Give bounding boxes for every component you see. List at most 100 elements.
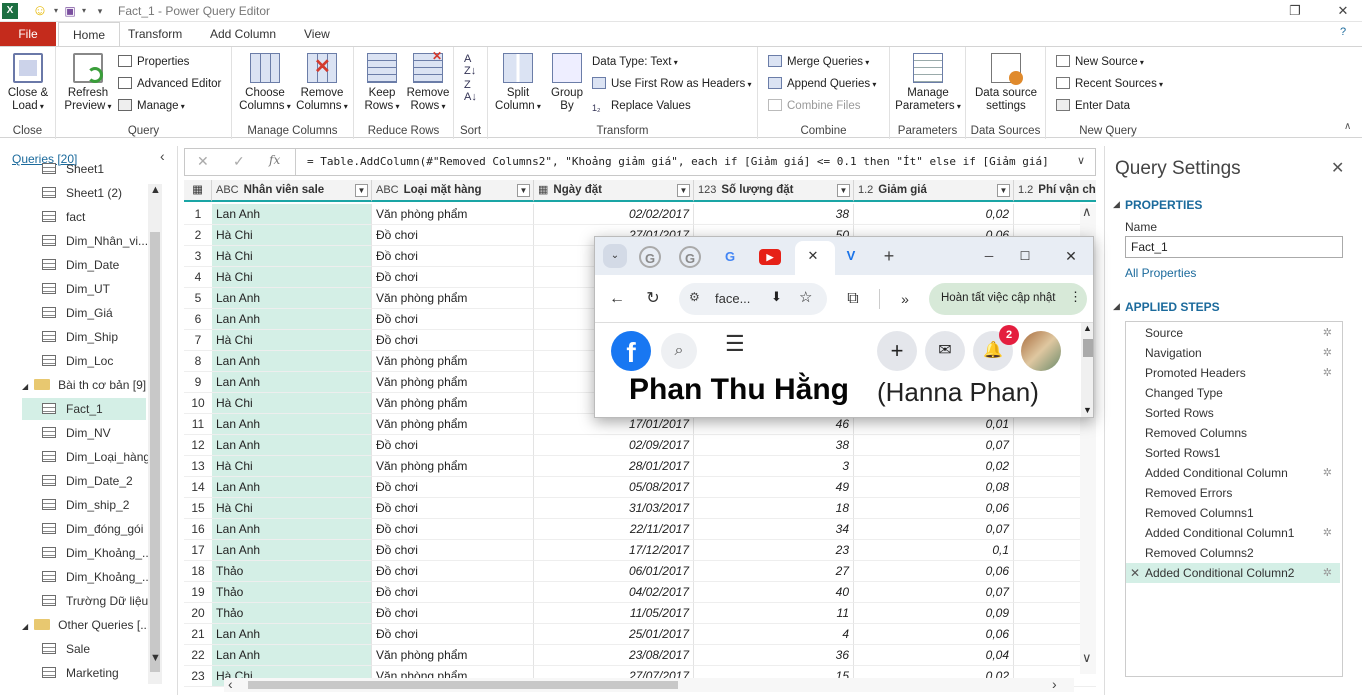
table-cell[interactable]: Đồ chơi bbox=[372, 267, 534, 288]
table-cell[interactable]: 34 bbox=[694, 519, 854, 540]
queries-scrollbar[interactable]: ▲ ▼ bbox=[148, 184, 162, 684]
column-header[interactable]: 123 Số lượng đặt ▼ bbox=[694, 180, 854, 202]
use-first-row-button[interactable]: Use First Row as Headers ▾ bbox=[592, 75, 751, 93]
close-chrome-icon[interactable]: ✕ bbox=[1059, 244, 1083, 268]
table-cell[interactable]: Lan Anh bbox=[212, 624, 372, 645]
column-filter-icon[interactable]: ▼ bbox=[517, 184, 530, 197]
bookmark-star-icon[interactable]: ☆ bbox=[799, 288, 812, 306]
menu-dots-icon[interactable]: ⋮ bbox=[1069, 289, 1082, 305]
maximize-chrome-icon[interactable]: ☐ bbox=[1013, 244, 1037, 268]
scroll-up-icon[interactable]: ▲ bbox=[150, 184, 161, 196]
extensions-icon[interactable]: ⧉ bbox=[841, 287, 865, 311]
applied-step[interactable]: Added Conditional Column ✲ bbox=[1126, 463, 1340, 483]
gear-icon[interactable]: ✲ bbox=[1323, 323, 1332, 343]
column-type-icon[interactable]: 1.2 bbox=[1018, 184, 1033, 196]
query-item[interactable]: Trường Dữ liệu bbox=[42, 590, 148, 612]
table-cell[interactable]: Thảo bbox=[212, 582, 372, 603]
fb-avatar[interactable] bbox=[1021, 331, 1061, 371]
collapse-steps-icon[interactable]: ◢ bbox=[1113, 301, 1120, 312]
applied-step[interactable]: Source ✲ bbox=[1126, 323, 1340, 343]
query-name-input[interactable]: Fact_1 bbox=[1125, 236, 1343, 258]
table-cell[interactable]: 0,06 bbox=[854, 561, 1014, 582]
applied-step[interactable]: Added Conditional Column1 ✲ bbox=[1126, 523, 1340, 543]
table-cell[interactable]: 23 bbox=[694, 540, 854, 561]
scroll-right-icon[interactable]: › bbox=[1052, 676, 1057, 692]
table-cell[interactable]: 02/02/2017 bbox=[534, 204, 694, 225]
query-folder[interactable]: ◢ Other Queries [... bbox=[22, 614, 150, 636]
row-number[interactable]: 3 bbox=[184, 246, 212, 267]
h-scroll-thumb[interactable] bbox=[248, 681, 678, 689]
grid-corner-menu[interactable]: ▦ bbox=[184, 180, 212, 202]
query-item[interactable]: Fact_1 bbox=[22, 398, 146, 420]
remove-columns-button[interactable]: ✕ Remove Columns ▾ bbox=[294, 53, 350, 113]
table-cell[interactable]: Lan Anh bbox=[212, 204, 372, 225]
chrome-scrollbar[interactable]: ▲ ▼ bbox=[1081, 323, 1093, 417]
row-number[interactable]: 14 bbox=[184, 477, 212, 498]
query-item[interactable]: Sheet1 bbox=[42, 158, 104, 180]
query-folder[interactable]: ◢ Bài th cơ bản [9] bbox=[22, 374, 146, 396]
row-number[interactable]: 23 bbox=[184, 666, 212, 687]
query-item[interactable]: Dim_Loại_hàng bbox=[42, 446, 150, 468]
table-cell[interactable]: Đồ chơi bbox=[372, 477, 534, 498]
collapse-ribbon-icon[interactable]: ∧ bbox=[1344, 121, 1351, 132]
tab-search-icon[interactable]: ⌄ bbox=[603, 244, 627, 268]
table-cell[interactable]: Văn phòng phẩm bbox=[372, 393, 534, 414]
close-tab-icon[interactable]: ✕ bbox=[801, 244, 825, 268]
table-cell[interactable]: Văn phòng phẩm bbox=[372, 351, 534, 372]
table-cell[interactable]: Đồ chơi bbox=[372, 309, 534, 330]
table-cell[interactable]: 11/05/2017 bbox=[534, 603, 694, 624]
row-number[interactable]: 16 bbox=[184, 519, 212, 540]
data-source-settings-button[interactable]: Data source settings bbox=[972, 53, 1040, 113]
row-number[interactable]: 21 bbox=[184, 624, 212, 645]
table-cell[interactable]: Lan Anh bbox=[212, 414, 372, 435]
table-cell[interactable]: Lan Anh bbox=[212, 477, 372, 498]
table-cell[interactable]: 02/09/2017 bbox=[534, 435, 694, 456]
table-cell[interactable]: 0,02 bbox=[854, 204, 1014, 225]
query-item[interactable]: Dim_UT bbox=[42, 278, 110, 300]
scroll-up-icon[interactable]: ▲ bbox=[1083, 323, 1092, 333]
row-number[interactable]: 12 bbox=[184, 435, 212, 456]
fb-menu-icon[interactable]: ☰ bbox=[725, 331, 745, 357]
query-item[interactable]: Dim_Date_2 bbox=[42, 470, 133, 492]
table-cell[interactable]: 27 bbox=[694, 561, 854, 582]
help-icon[interactable]: ? bbox=[1340, 26, 1346, 38]
address-text[interactable]: face... bbox=[715, 291, 750, 306]
site-info-icon[interactable]: ⚙ bbox=[689, 290, 700, 304]
table-cell[interactable]: 0,07 bbox=[854, 435, 1014, 456]
combine-files-button[interactable]: Combine Files bbox=[768, 97, 861, 115]
table-cell[interactable]: 49 bbox=[694, 477, 854, 498]
remove-rows-button[interactable]: ✕ Remove Rows ▾ bbox=[404, 50, 452, 113]
table-cell[interactable]: Lan Anh bbox=[212, 540, 372, 561]
table-cell[interactable]: Văn phòng phẩm bbox=[372, 456, 534, 477]
manage-button[interactable]: Manage ▾ bbox=[118, 97, 185, 115]
applied-step[interactable]: Removed Columns bbox=[1126, 423, 1340, 443]
table-cell[interactable]: 36 bbox=[694, 645, 854, 666]
table-cell[interactable]: Hà Chi bbox=[212, 267, 372, 288]
table-cell[interactable]: Lan Anh bbox=[212, 351, 372, 372]
fb-messenger-icon[interactable]: ✉ bbox=[925, 331, 965, 371]
table-cell[interactable]: 28/01/2017 bbox=[534, 456, 694, 477]
scroll-up-icon[interactable]: ∧ bbox=[1082, 204, 1092, 220]
table-cell[interactable]: 18 bbox=[694, 498, 854, 519]
sort-ascending-icon[interactable]: A Z↓ bbox=[464, 53, 476, 77]
refresh-preview-button[interactable]: Refresh Preview ▾ bbox=[62, 53, 114, 113]
scroll-thumb[interactable] bbox=[150, 232, 160, 672]
table-cell[interactable]: 25/01/2017 bbox=[534, 624, 694, 645]
recent-sources-button[interactable]: Recent Sources ▾ bbox=[1056, 75, 1163, 93]
table-cell[interactable]: Văn phòng phẩm bbox=[372, 372, 534, 393]
table-cell[interactable]: Hà Chi bbox=[212, 498, 372, 519]
table-cell[interactable]: Đồ chơi bbox=[372, 225, 534, 246]
query-item[interactable]: Dim_Giá bbox=[42, 302, 113, 324]
chevron-down-icon[interactable]: ▾ bbox=[76, 3, 92, 19]
confirm-formula-icon[interactable]: ✓ bbox=[233, 153, 245, 170]
column-type-icon[interactable]: ▦ bbox=[538, 184, 548, 196]
table-cell[interactable]: 40 bbox=[694, 582, 854, 603]
properties-button[interactable]: Properties bbox=[118, 53, 189, 71]
table-cell[interactable]: 0,1 bbox=[854, 540, 1014, 561]
close-load-button[interactable]: Close & Load ▾ bbox=[4, 53, 52, 113]
table-cell[interactable]: 0,04 bbox=[854, 645, 1014, 666]
row-number[interactable]: 1 bbox=[184, 204, 212, 225]
table-cell[interactable]: Đồ chơi bbox=[372, 435, 534, 456]
column-header[interactable]: 1.2 Giảm giá ▼ bbox=[854, 180, 1014, 202]
table-cell[interactable]: Đồ chơi bbox=[372, 498, 534, 519]
